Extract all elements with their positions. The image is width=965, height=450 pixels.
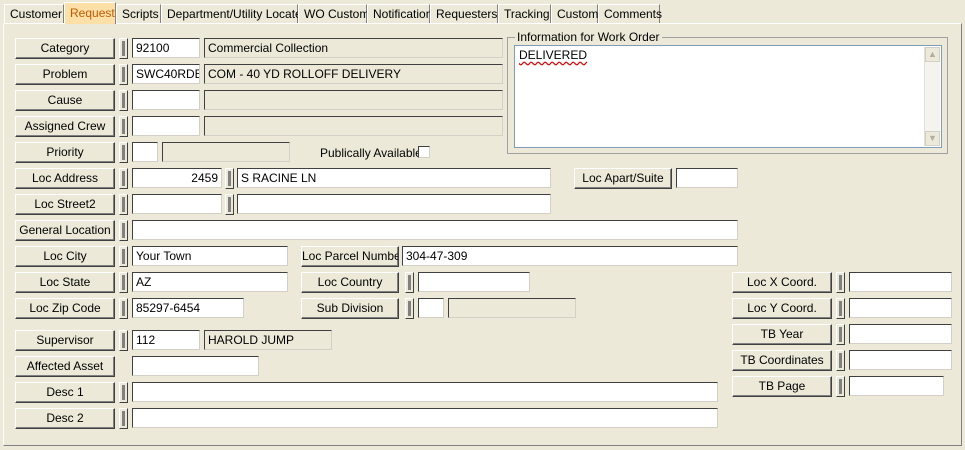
apart-suite-field[interactable]: [676, 168, 738, 188]
tab-customer[interactable]: Customer: [4, 4, 64, 23]
work-order-info-scrollbar[interactable]: ▲ ▼: [924, 47, 940, 146]
assigned-crew-button[interactable]: Assigned Crew: [15, 116, 115, 137]
scroll-up-icon[interactable]: ▲: [925, 47, 940, 62]
loc-zip-code-grip-icon[interactable]: [119, 298, 128, 319]
tb-coordinates-button[interactable]: TB Coordinates: [732, 350, 832, 371]
loc-zip-code-button[interactable]: Loc Zip Code: [15, 298, 115, 319]
loc-country-grip-icon[interactable]: [405, 272, 414, 293]
tab-requesters[interactable]: Requesters: [430, 4, 498, 23]
tab-custom[interactable]: Custom: [551, 4, 598, 23]
priority-button[interactable]: Priority: [15, 142, 115, 163]
loc-address-button[interactable]: Loc Address: [15, 168, 115, 189]
desc2-field[interactable]: [132, 408, 718, 428]
work-order-info-legend: Information for Work Order: [515, 30, 662, 44]
priority-grip-icon[interactable]: [119, 142, 128, 163]
tb-year-grip-icon[interactable]: [836, 324, 845, 345]
loc-x-coord-grip-icon[interactable]: [836, 272, 845, 293]
priority-code-field[interactable]: [132, 142, 158, 162]
tab-comments[interactable]: Comments: [598, 4, 662, 23]
assigned-crew-grip-icon[interactable]: [119, 116, 128, 137]
loc-y-coord-field[interactable]: [849, 298, 952, 318]
cause-code-field[interactable]: [132, 90, 200, 110]
affected-asset-field[interactable]: [132, 356, 259, 376]
loc-y-coord-button[interactable]: Loc Y Coord.: [732, 298, 832, 319]
loc-street2-button[interactable]: Loc Street2: [15, 194, 115, 215]
publically-available-checkbox[interactable]: [418, 146, 430, 158]
tb-year-field[interactable]: [849, 324, 952, 344]
tab-wo-custom[interactable]: WO Custom: [298, 4, 369, 23]
supervisor-button[interactable]: Supervisor: [15, 330, 115, 351]
sub-division-code-field[interactable]: [418, 298, 444, 318]
tb-coordinates-field[interactable]: [849, 350, 952, 370]
loc-x-coord-button[interactable]: Loc X Coord.: [732, 272, 832, 293]
cause-desc-field: [204, 90, 503, 110]
tab-tracking[interactable]: Tracking: [498, 4, 551, 23]
loc-apart-suite-button[interactable]: Loc Apart/Suite: [574, 168, 672, 189]
tab-request[interactable]: Request: [64, 2, 116, 24]
general-location-button[interactable]: General Location: [15, 220, 115, 241]
category-button[interactable]: Category: [15, 38, 115, 59]
loc-street2-grip-icon[interactable]: [119, 194, 128, 215]
loc-country-button[interactable]: Loc Country: [301, 272, 399, 293]
desc1-field[interactable]: [132, 382, 718, 402]
tab-scripts[interactable]: Scripts: [116, 4, 161, 23]
state-field[interactable]: AZ: [132, 272, 288, 292]
sub-division-grip-icon[interactable]: [405, 298, 414, 319]
tab-bar: Customer Request Scripts Department/Util…: [2, 2, 963, 24]
supervisor-grip-icon[interactable]: [119, 330, 128, 351]
address-number-field[interactable]: 2459: [132, 168, 222, 188]
tb-coordinates-grip-icon[interactable]: [836, 350, 845, 371]
city-field[interactable]: Your Town: [132, 246, 288, 266]
country-field[interactable]: [418, 272, 530, 292]
tb-page-grip-icon[interactable]: [836, 376, 845, 397]
desc1-grip-icon[interactable]: [119, 382, 128, 403]
problem-desc-field: COM - 40 YD ROLLOFF DELIVERY: [204, 64, 503, 84]
supervisor-code-field[interactable]: 112: [132, 330, 200, 350]
loc-state-button[interactable]: Loc State: [15, 272, 115, 293]
address-street-grip-icon[interactable]: [225, 168, 234, 189]
tb-page-field[interactable]: [849, 376, 944, 396]
street2-a-field[interactable]: [132, 194, 222, 214]
publically-available-label: Publically Available: [320, 146, 422, 160]
scroll-down-icon[interactable]: ▼: [925, 131, 940, 146]
zip-code-field[interactable]: 85297-6454: [132, 298, 244, 318]
loc-x-coord-field[interactable]: [849, 272, 952, 292]
sub-division-button[interactable]: Sub Division: [301, 298, 399, 319]
cause-button[interactable]: Cause: [15, 90, 115, 111]
desc2-grip-icon[interactable]: [119, 408, 128, 429]
assigned-crew-desc-field: [204, 116, 503, 136]
address-street-field[interactable]: S RACINE LN: [237, 168, 551, 188]
sub-division-desc-field: [448, 298, 576, 318]
tab-notification[interactable]: Notification: [367, 4, 432, 23]
assigned-crew-code-field[interactable]: [132, 116, 200, 136]
affected-asset-button[interactable]: Affected Asset: [15, 356, 115, 377]
general-location-grip-icon[interactable]: [119, 220, 128, 241]
category-desc-field: Commercial Collection: [204, 38, 503, 58]
loc-city-button[interactable]: Loc City: [15, 246, 115, 267]
tab-department-utility-locates[interactable]: Department/Utility Locates: [161, 4, 308, 23]
desc2-button[interactable]: Desc 2: [15, 408, 115, 429]
problem-grip-icon[interactable]: [119, 64, 128, 85]
tb-page-button[interactable]: TB Page: [732, 376, 832, 397]
problem-button[interactable]: Problem: [15, 64, 115, 85]
problem-code-field[interactable]: SWC40RDEI: [132, 64, 200, 84]
work-order-info-text: DELIVERED: [519, 48, 588, 62]
desc1-button[interactable]: Desc 1: [15, 382, 115, 403]
street2-b-field[interactable]: [237, 194, 551, 214]
general-location-field[interactable]: [132, 220, 738, 240]
parcel-number-field[interactable]: 304-47-309: [402, 246, 738, 266]
category-grip-icon[interactable]: [119, 38, 128, 59]
tb-year-button[interactable]: TB Year: [732, 324, 832, 345]
work-order-info-textarea[interactable]: DELIVERED ▲ ▼: [514, 45, 942, 148]
loc-parcel-number-button[interactable]: Loc Parcel Number: [301, 246, 399, 267]
priority-desc-field: [162, 142, 290, 162]
street2-b-grip-icon[interactable]: [225, 194, 234, 215]
category-code-field[interactable]: 92100: [132, 38, 200, 58]
loc-address-grip-icon[interactable]: [119, 168, 128, 189]
loc-city-grip-icon[interactable]: [119, 246, 128, 267]
loc-y-coord-grip-icon[interactable]: [836, 298, 845, 319]
cause-grip-icon[interactable]: [119, 90, 128, 111]
loc-state-grip-icon[interactable]: [119, 272, 128, 293]
supervisor-name-field: HAROLD JUMP: [204, 330, 332, 350]
